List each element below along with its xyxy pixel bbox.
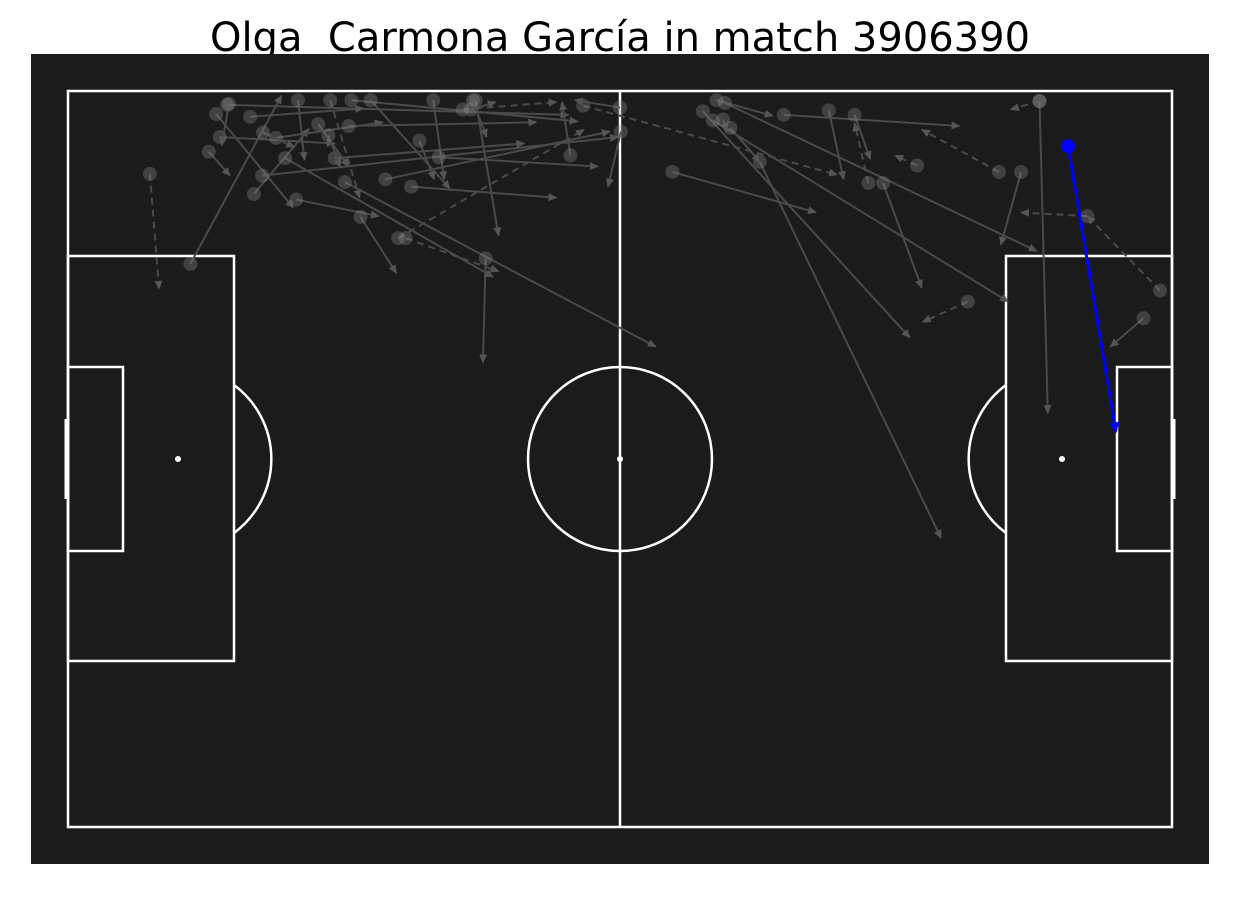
event-start-marker: [465, 93, 480, 108]
event-start-marker: [311, 117, 326, 132]
event-start-marker: [321, 128, 336, 143]
center-spot: [617, 456, 623, 462]
event-start-marker: [246, 187, 261, 202]
event-start-marker: [821, 103, 836, 118]
event-start-marker: [278, 151, 293, 166]
event-start-marker: [255, 168, 270, 183]
event-start-marker: [289, 192, 304, 207]
event-start-marker: [412, 133, 427, 148]
event-start-marker: [1032, 94, 1047, 109]
event-start-marker: [992, 164, 1007, 179]
right-penalty-spot: [1059, 456, 1065, 462]
event-start-marker: [563, 148, 578, 163]
event-start-marker: [861, 176, 876, 190]
highlight-start-marker: [1061, 139, 1076, 154]
event-start-marker: [1153, 283, 1168, 298]
event-start-marker: [398, 231, 413, 246]
event-start-marker: [256, 125, 271, 140]
event-start-marker: [142, 166, 157, 181]
event-start-marker: [363, 93, 378, 108]
event-start-marker: [243, 109, 258, 124]
event-start-marker: [431, 150, 446, 165]
event-start-marker: [776, 107, 791, 122]
event-start-marker: [323, 93, 338, 108]
event-start-marker: [353, 210, 368, 225]
event-start-marker: [222, 96, 236, 111]
event-start-marker: [404, 179, 419, 194]
event-start-marker: [910, 158, 925, 173]
event-start-marker: [876, 176, 891, 190]
event-start-marker: [960, 294, 975, 309]
event-start-marker: [1136, 311, 1151, 326]
event-start-marker: [209, 107, 224, 121]
event-start-marker: [337, 175, 352, 190]
event-start-marker: [344, 93, 359, 108]
pitch-plot: [31, 54, 1209, 864]
event-start-marker: [341, 118, 356, 133]
event-start-marker: [717, 95, 732, 110]
event-start-marker: [716, 112, 731, 127]
event-start-marker: [291, 93, 305, 108]
event-start-marker: [201, 144, 216, 159]
event-start-marker: [613, 124, 628, 139]
event-start-marker: [426, 93, 441, 108]
event-start-marker: [478, 251, 493, 266]
event-start-marker: [665, 164, 680, 179]
event-start-marker: [378, 172, 393, 187]
left-penalty-spot: [175, 456, 181, 462]
event-start-marker: [1014, 164, 1029, 179]
event-start-marker: [183, 256, 198, 271]
event-start-marker: [613, 100, 627, 115]
event-start-marker: [847, 107, 862, 122]
